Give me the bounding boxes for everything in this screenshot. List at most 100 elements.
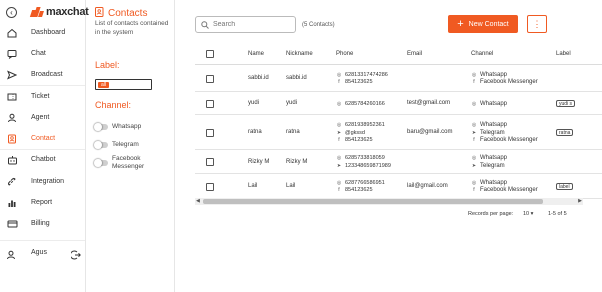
column-header-nickname[interactable]: Nickname [286, 51, 313, 57]
channel-toggle-facebook[interactable]: Facebook Messenger [94, 155, 156, 171]
cell-phone: ◎ 6281331747428​6 f 854123625 [336, 71, 388, 86]
label-chip[interactable]: all [98, 82, 110, 88]
brand-name: maxchat [46, 6, 89, 18]
phone-entry: ◎ 6285784260166 [336, 100, 385, 108]
panel-description: List of contacts contained in the system [95, 20, 169, 36]
sidebar-item-contact[interactable]: Contact [0, 128, 85, 149]
row-checkbox[interactable] [206, 74, 214, 83]
select-all-checkbox[interactable] [206, 50, 214, 58]
per-page-select[interactable]: 10 ▾ [523, 211, 533, 217]
cell-channel: ◎ Whatsapp [471, 100, 507, 108]
label-tag[interactable]: label [556, 183, 573, 190]
column-header-email[interactable]: Email [407, 51, 422, 57]
toggle-switch[interactable] [94, 159, 108, 167]
more-options-button[interactable]: ⋮ [527, 15, 547, 33]
chatbot-icon [6, 154, 18, 166]
sidebar-item-label: Chatbot [31, 156, 56, 163]
user-profile[interactable]: Agus [0, 244, 85, 262]
table-row[interactable]: sabbi.id sabbi.id ◎ 6281331747428​6 f 8541236… [195, 65, 602, 92]
phone-entry: ◎ 6281331747428​6 [336, 71, 388, 79]
sidebar-item-ticket[interactable]: Ticket [0, 86, 85, 107]
table-row[interactable]: Lail Lail lail@gmail.com ◎ 6287766586951 f 854… [195, 174, 602, 199]
scroll-right-icon[interactable]: ▶ [578, 198, 582, 205]
phone-entry: f 854123625 [336, 79, 388, 87]
search-input[interactable] [213, 21, 293, 28]
label-tag[interactable]: yudi s [556, 100, 576, 107]
telegram-icon: ➤ [336, 162, 342, 169]
cell-name: sabbi.id [248, 75, 269, 81]
phone-value: 6285733818059 [345, 155, 385, 162]
channel-value: Whatsapp [480, 71, 508, 78]
sidebar-item-label: Ticket [31, 93, 50, 100]
cell-nickname: Rizky M [286, 158, 308, 165]
row-checkbox[interactable] [206, 128, 214, 137]
row-checkbox[interactable] [206, 99, 214, 108]
channel-value: Facebook Messenger [480, 137, 538, 143]
channel-toggle-telegram[interactable]: Telegram [94, 141, 139, 149]
whatsapp-icon: ◎ [336, 122, 342, 128]
sidebar-item-agent[interactable]: Agent [0, 107, 85, 128]
phone-entry: ◎ 6287766586951 [336, 179, 385, 187]
logo-mark-icon [29, 7, 44, 17]
toggle-switch[interactable] [94, 141, 108, 149]
column-header-name[interactable]: Name [248, 51, 264, 57]
scrollbar-thumb[interactable] [203, 199, 543, 204]
phone-value: 854123625 [345, 187, 373, 194]
channel-value: Whatsapp [480, 179, 508, 186]
chevron-left-icon[interactable]: ‹ [6, 7, 17, 18]
whatsapp-icon: ◎ [471, 179, 477, 186]
phone-value: 854123625 [345, 79, 373, 86]
scroll-left-icon[interactable]: ◀ [196, 198, 200, 205]
phone-entry: ◎ 6281938952361 [336, 121, 385, 129]
channel-toggle-whatsapp[interactable]: Whatsapp [94, 123, 141, 131]
channel-value: Telegram [480, 162, 505, 169]
channel-value: Facebook Messenger [480, 79, 538, 86]
row-checkbox[interactable] [206, 182, 214, 191]
sidebar-item-billing[interactable]: Billing [0, 213, 85, 234]
horizontal-scrollbar[interactable]: ◀ ▶ [195, 198, 583, 205]
label-tag[interactable]: ratna [556, 129, 574, 136]
sidebar-item-chatbot[interactable]: Chatbot [0, 149, 85, 170]
sidebar-item-label: Billing [31, 220, 50, 227]
search-box[interactable] [195, 16, 296, 33]
cell-name: Lail [248, 183, 258, 189]
channel-heading: Channel: [95, 100, 132, 110]
send-icon [6, 69, 18, 81]
toggle-switch[interactable] [94, 123, 108, 131]
facebook-icon: f [473, 79, 475, 86]
sidebar-item-chat[interactable]: Chat [0, 43, 85, 64]
pagination-range: 1-5 of 5 [548, 211, 567, 217]
records-per-page-label: Records per page: [468, 211, 514, 217]
whatsapp-icon: ◎ [471, 122, 477, 128]
label-heading: Label: [95, 60, 120, 70]
table-row[interactable]: Rizky M Rizky M ◎ 6285733818059 ➤ 12334865987… [195, 150, 602, 174]
channel-entry: f Facebook Messenger [471, 79, 538, 87]
sidebar-item-broadcast[interactable]: Broadcast [0, 64, 85, 85]
whatsapp-icon: ◎ [471, 71, 477, 78]
phone-value: 6281938952361 [345, 122, 385, 128]
user-icon [6, 247, 16, 265]
contact-count: (5 Contacts) [302, 22, 335, 28]
table-row[interactable]: ratna ratna baru@gmail.com ◎ 6281938952361 ➤ @… [195, 115, 602, 150]
divider [0, 240, 85, 241]
sidebar-item-dashboard[interactable]: Dashboard [0, 22, 85, 43]
label-filter-select[interactable]: all [95, 79, 152, 90]
logout-icon[interactable] [69, 247, 81, 265]
facebook-icon: f [338, 137, 340, 143]
phone-value: 6287766586951 [345, 179, 385, 186]
filter-panel: Contacts List of contacts contained in t… [86, 0, 175, 292]
billing-icon [6, 218, 18, 230]
new-contact-button[interactable]: + New Contact [448, 15, 518, 33]
cell-nickname: ratna [286, 129, 300, 135]
table-row[interactable]: yudi yudi test@gmail.com ◎ 6285784260166 ◎ Wha… [195, 92, 602, 115]
column-header-channel[interactable]: Channel [471, 51, 493, 57]
column-header-phone[interactable]: Phone [336, 51, 353, 57]
cell-nickname: yudi [286, 100, 298, 106]
cell-email: lail@gmail.com [407, 183, 448, 189]
column-header-label[interactable]: Label [556, 51, 571, 57]
channel-entry: ◎ Whatsapp [471, 155, 507, 163]
sidebar-item-integration[interactable]: Integration [0, 171, 85, 192]
main-content: (5 Contacts) + New Contact ⋮ Name Nickna… [176, 0, 602, 292]
sidebar-item-report[interactable]: Report [0, 192, 85, 213]
row-checkbox[interactable] [206, 158, 214, 166]
